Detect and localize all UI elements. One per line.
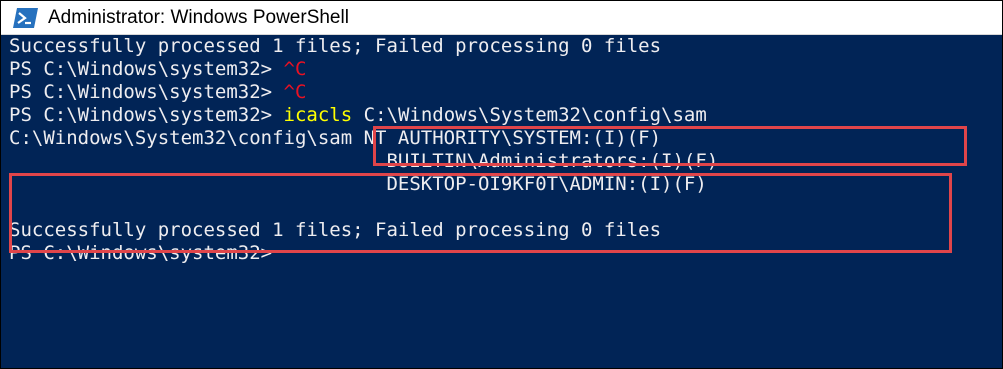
output-text: DESKTOP-OI9KF0T\ADMIN:(I)(F) [9, 173, 707, 195]
prompt-text: PS C:\Windows\system32> [9, 58, 284, 80]
title-bar[interactable]: Administrator: Windows PowerShell [1, 1, 1002, 35]
output-text: Successfully processed 1 files; Failed p… [9, 35, 662, 57]
cancel-input: ^C [283, 58, 307, 80]
output-line: C:\Windows\System32\config\sam NT AUTHOR… [9, 127, 661, 150]
output-text: Successfully processed 1 files; Failed p… [9, 219, 662, 241]
command-args: C:\Windows\System32\config\sam [352, 104, 707, 126]
prompt-line: PS C:\Windows\system32> ^C [9, 58, 306, 81]
output-line: Successfully processed 1 files; Failed p… [9, 219, 661, 242]
prompt-text: PS C:\Windows\system32> [9, 81, 284, 103]
prompt-line: PS C:\Windows\system32> [9, 242, 272, 265]
output-line: Successfully processed 1 files; Failed p… [9, 35, 661, 58]
console-output[interactable]: Successfully processed 1 files; Failed p… [1, 35, 1002, 368]
prompt-text: PS C:\Windows\system32> [9, 104, 284, 126]
command-name: icacls [283, 104, 353, 126]
output-line: BUILTIN\Administrators:(I)(F) [9, 150, 718, 173]
powershell-window: Administrator: Windows PowerShell Succes… [0, 0, 1003, 369]
output-text: BUILTIN\Administrators:(I)(F) [9, 150, 719, 172]
output-text: C:\Windows\System32\config\sam NT AUTHOR… [9, 127, 662, 149]
powershell-icon [13, 7, 38, 28]
window-title: Administrator: Windows PowerShell [48, 6, 349, 28]
prompt-text: PS C:\Windows\system32> [9, 242, 273, 264]
output-line: DESKTOP-OI9KF0T\ADMIN:(I)(F) [9, 173, 707, 196]
command-line: PS C:\Windows\system32> icacls C:\Window… [9, 104, 707, 127]
prompt-line: PS C:\Windows\system32> ^C [9, 81, 306, 104]
cancel-input: ^C [283, 81, 307, 103]
